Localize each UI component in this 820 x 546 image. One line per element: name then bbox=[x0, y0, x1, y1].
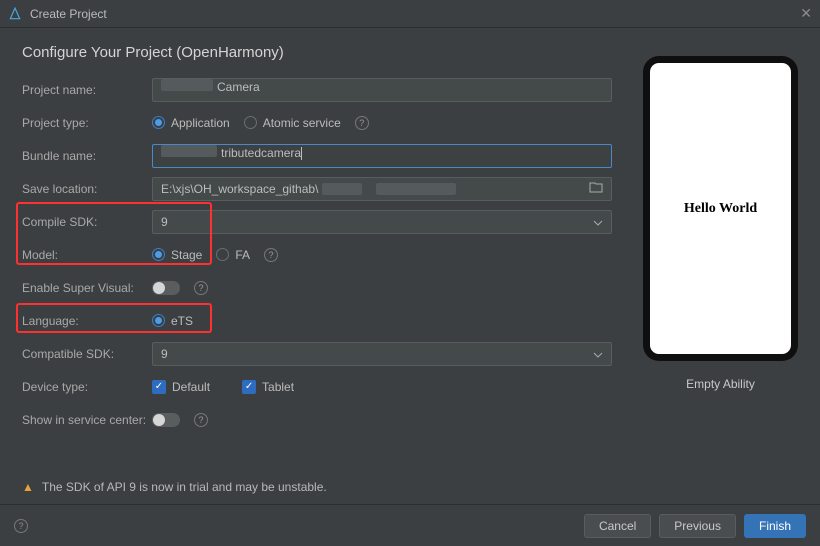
compatible-sdk-label: Compatible SDK: bbox=[22, 347, 152, 361]
radio-application[interactable]: Application bbox=[152, 116, 230, 130]
masked-text bbox=[161, 79, 213, 91]
checkbox-tablet[interactable] bbox=[242, 380, 256, 394]
phone-frame: Hello World bbox=[643, 56, 798, 361]
show-in-service-toggle[interactable] bbox=[152, 413, 180, 427]
browse-folder-icon[interactable] bbox=[589, 181, 603, 196]
previous-button[interactable]: Previous bbox=[659, 514, 736, 538]
checkbox-default[interactable] bbox=[152, 380, 166, 394]
help-icon[interactable]: ? bbox=[264, 248, 278, 262]
model-label: Model: bbox=[22, 248, 152, 262]
show-in-service-label: Show in service center: bbox=[22, 413, 152, 427]
masked-text bbox=[322, 183, 362, 195]
save-location-label: Save location: bbox=[22, 182, 152, 196]
preview-caption: Empty Ability bbox=[643, 377, 798, 391]
masked-text bbox=[376, 183, 456, 195]
project-type-label: Project type: bbox=[22, 116, 152, 130]
window-title: Create Project bbox=[30, 7, 107, 21]
bundle-name-label: Bundle name: bbox=[22, 149, 152, 163]
bundle-name-input[interactable]: tributedcamera bbox=[152, 144, 612, 168]
device-type-label: Device type: bbox=[22, 380, 152, 394]
enable-super-visual-label: Enable Super Visual: bbox=[22, 281, 152, 295]
help-icon[interactable]: ? bbox=[14, 519, 28, 533]
radio-stage[interactable]: Stage bbox=[152, 248, 202, 262]
warning-icon: ▲ bbox=[22, 480, 34, 494]
save-location-input[interactable]: E:\xjs\OH_workspace_githab\ bbox=[152, 177, 612, 201]
titlebar: Create Project ✕ bbox=[0, 0, 820, 28]
project-name-input[interactable]: Camera bbox=[152, 78, 612, 102]
preview-text: Hello World bbox=[684, 201, 757, 217]
cancel-button[interactable]: Cancel bbox=[584, 514, 651, 538]
finish-button[interactable]: Finish bbox=[744, 514, 806, 538]
phone-screen: Hello World bbox=[650, 63, 791, 354]
preview-pane: Hello World Empty Ability bbox=[643, 56, 798, 391]
language-label: Language: bbox=[22, 314, 152, 328]
compatible-sdk-dropdown[interactable]: 9 bbox=[152, 342, 612, 366]
radio-ets[interactable]: eTS bbox=[152, 314, 193, 328]
help-icon[interactable]: ? bbox=[194, 281, 208, 295]
help-icon[interactable]: ? bbox=[194, 413, 208, 427]
help-icon[interactable]: ? bbox=[355, 116, 369, 130]
enable-super-visual-toggle[interactable] bbox=[152, 281, 180, 295]
compile-sdk-label: Compile SDK: bbox=[22, 215, 152, 229]
app-logo-icon bbox=[8, 7, 22, 21]
compile-sdk-dropdown[interactable]: 9 bbox=[152, 210, 612, 234]
close-icon[interactable]: ✕ bbox=[800, 5, 812, 22]
radio-atomic-service[interactable]: Atomic service bbox=[244, 116, 341, 130]
warning-message: ▲ The SDK of API 9 is now in trial and m… bbox=[22, 480, 327, 494]
chevron-down-icon bbox=[593, 215, 603, 229]
chevron-down-icon bbox=[593, 347, 603, 361]
footer: ? Cancel Previous Finish bbox=[0, 504, 820, 546]
radio-fa[interactable]: FA bbox=[216, 248, 250, 262]
masked-text bbox=[161, 145, 217, 157]
project-name-label: Project name: bbox=[22, 83, 152, 97]
